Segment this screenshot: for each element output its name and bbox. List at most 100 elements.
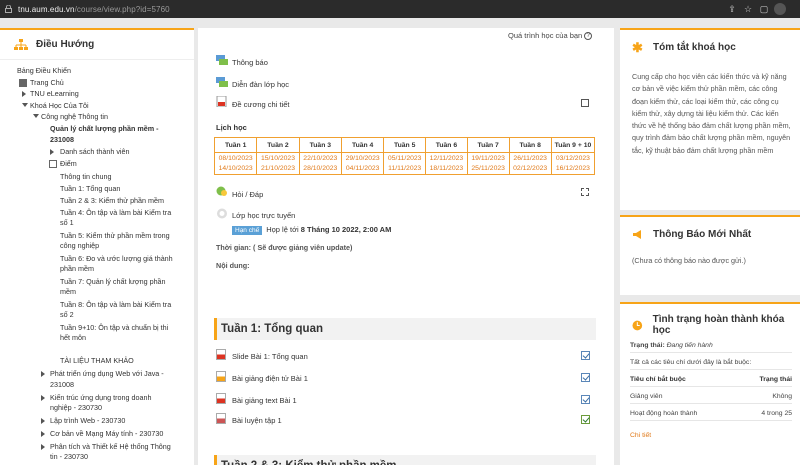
syllabus-link[interactable]: Đề cương chi tiết [232, 100, 289, 109]
criteria-row: Giảng viên Không [630, 390, 792, 404]
nav-item[interactable]: nghiệp - 230730 [50, 403, 102, 413]
bookmark-star-icon[interactable]: ☆ [742, 3, 754, 15]
nav-item[interactable]: Trang Chủ [30, 78, 64, 88]
news-text: (Chưa có thông báo nào được gửi.) [632, 256, 746, 265]
completion-checkbox[interactable] [581, 99, 589, 107]
nav-item[interactable]: Kiến trúc ứng dụng trong doanh [50, 393, 152, 403]
progress-icon [632, 320, 643, 330]
forum-icon [216, 77, 228, 87]
schedule-week-header: Tuần 9 + 10 [550, 137, 596, 153]
help-icon[interactable]: ? [584, 31, 593, 40]
completion-check-icon[interactable] [581, 415, 590, 424]
completion-checkbox-manual[interactable] [581, 188, 589, 196]
nav-item[interactable]: 231008 [50, 135, 74, 145]
meeting-info: Hạn chế Họp lệ tới 8 Tháng 10 2022, 2:00 … [232, 225, 391, 235]
summary-text: Cung cấp cho học viên các kiến thức và k… [632, 72, 791, 155]
online-class-link[interactable]: Lớp học trực tuyến [232, 211, 295, 220]
nav-item[interactable]: Quản lý chất lượng phần mềm - [50, 124, 159, 134]
nav-item[interactable]: Bảng Điều Khiển [17, 66, 71, 76]
schedule-week-header: Tuần 8 [508, 137, 552, 153]
schedule-week-header: Tuần 7 [466, 137, 510, 153]
expand-arrow-icon[interactable] [41, 431, 45, 437]
nav-item[interactable]: số 1 [60, 218, 74, 228]
nav-item[interactable]: tin - 230730 [50, 452, 88, 462]
nav-item[interactable]: Phân tích và Thiết kế Hệ thống Thông [50, 442, 171, 452]
expand-arrow-icon[interactable] [41, 444, 45, 450]
megaphone-icon [633, 230, 641, 239]
nav-item[interactable]: TNU eLearning [30, 89, 79, 99]
course-summary-block: ✱ Tóm tắt khoá học Cung cấp cho học viên… [620, 28, 800, 210]
video-conference-icon [217, 208, 227, 219]
nav-item[interactable]: Cơ bản về Mạng Máy tính - 230730 [50, 429, 163, 439]
activity-link[interactable]: Slide Bài 1: Tổng quan [232, 352, 308, 361]
details-link[interactable]: Chi tiết [630, 432, 651, 439]
nav-item[interactable]: Tuần 8: Ôn tập và làm bài Kiểm tra [60, 300, 171, 310]
nav-item[interactable]: Tuần 6: Đo và ước lượng giá thành [60, 254, 173, 264]
schedule-week-header: Tuần 4 [340, 137, 385, 153]
nav-item[interactable]: Tuần 2 & 3: Kiểm thử phần mềm [60, 196, 164, 206]
completion-check-icon[interactable] [581, 373, 590, 382]
schedule-week-header: Tuần 5 [383, 137, 427, 153]
nav-item[interactable]: Phát triển ứng dụng Web với Java - [50, 369, 164, 379]
expand-arrow-icon[interactable] [41, 395, 45, 401]
expand-arrow-icon[interactable] [22, 91, 26, 97]
expand-arrow-icon[interactable] [41, 371, 45, 377]
summary-title: ✱ Tóm tắt khoá học [632, 40, 736, 55]
pdf-icon [216, 393, 226, 404]
criteria-row: Hoạt động hoàn thành 4 trong 25 [630, 407, 792, 421]
activity-link[interactable]: Bài giảng text Bài 1 [232, 396, 297, 405]
nav-item[interactable]: số 2 [60, 310, 74, 320]
section-2-header[interactable]: Tuần 2 & 3: Kiểm thử phần mềm [214, 455, 596, 465]
completion-check-icon[interactable] [581, 351, 590, 360]
home-icon [19, 79, 27, 87]
schedule-week-header: Tuần 2 [256, 137, 300, 153]
nav-item[interactable]: phần mềm [60, 264, 94, 274]
nav-item[interactable]: Lập trình Web - 230730 [50, 416, 125, 426]
schedule-date-cell: 12/11/2023 18/11/2023 [425, 152, 468, 175]
nav-item[interactable]: Tuần 5: Kiểm thử phần mềm trong [60, 231, 170, 241]
schedule-date-cell: 03/12/2023 16/12/2023 [550, 152, 596, 175]
collapse-arrow-icon[interactable] [33, 114, 39, 118]
nav-item[interactable]: Khoá Học Của Tôi [30, 101, 89, 111]
activity-link[interactable]: Bài giảng điện tử Bài 1 [232, 374, 308, 383]
qa-link[interactable]: Hỏi / Đáp [232, 190, 263, 199]
activity-link[interactable]: Bài luyện tập 1 [232, 416, 282, 425]
criteria-header: Tiêu chí bắt buộc Trạng thái [630, 373, 792, 387]
progress-link[interactable]: Quá trình học của bạn? [508, 31, 593, 40]
nav-item[interactable]: hết môn [60, 333, 86, 343]
section-1-header[interactable]: Tuần 1: Tổng quan [214, 318, 596, 340]
announcements-link[interactable]: Thông báo [232, 58, 268, 67]
nav-item[interactable]: mềm [60, 287, 76, 297]
nav-item[interactable]: Tuần 9+10: Ôn tập và chuẩn bị thi [60, 323, 168, 333]
collapse-arrow-icon[interactable] [22, 103, 28, 107]
forum-link[interactable]: Diễn đàn lớp học [232, 80, 289, 89]
share-icon[interactable]: ⇪ [726, 3, 738, 15]
extensions-icon[interactable]: ▢ [758, 3, 770, 15]
nav-item[interactable]: công nghiệp [60, 241, 99, 251]
nav-item[interactable]: 231008 [50, 380, 74, 390]
nav-item[interactable]: Danh sách thành viên [60, 147, 130, 157]
schedule-date-cell: 05/11/2023 11/11/2023 [383, 152, 427, 175]
nav-item[interactable]: Tuần 4: Ôn tập và làm bài Kiểm tra [60, 208, 171, 218]
nav-item[interactable]: Tuần 7: Quản lý chất lượng phần [60, 277, 166, 287]
expand-arrow-icon[interactable] [50, 149, 54, 155]
nav-item[interactable]: Điểm [60, 159, 77, 169]
nav-item[interactable]: Thông tin chung [60, 172, 112, 182]
completion-check-icon[interactable] [581, 395, 590, 404]
completion-status-block: Tình trạng hoàn thành khóa học Trạng thá… [620, 302, 800, 465]
scorm-icon [216, 371, 226, 382]
nav-item[interactable]: Công nghệ Thông tin [41, 112, 108, 122]
site-info-icon[interactable] [5, 5, 12, 13]
schedule-date-cell: 29/10/2023 04/11/2023 [340, 152, 385, 175]
schedule-date-cell: 08/10/2023 14/10/2023 [213, 152, 258, 175]
required-note: Tất cả các tiêu chí dưới đây là bắt buộc… [630, 356, 792, 370]
schedule-week-header: Tuần 3 [298, 137, 342, 153]
latest-news-block: Thông Báo Mới Nhất (Chưa có thông báo nà… [620, 215, 800, 295]
schedule-table: Tuần 1 Tuần 2 Tuần 3 Tuần 4 Tuần 5 Tuần 6 Tuần… [213, 137, 596, 175]
nav-item[interactable]: Tuần 1: Tổng quan [60, 184, 120, 194]
expand-arrow-icon[interactable] [41, 418, 45, 424]
url-field[interactable]: tnu.aum.edu.vn/course/view.php?id=5760 [18, 5, 170, 14]
nav-item[interactable]: TÀI LIỆU THAM KHẢO [60, 356, 134, 366]
download-icon[interactable] [774, 3, 786, 15]
status-row: Trạng thái: Đang tiến hành [630, 339, 792, 353]
